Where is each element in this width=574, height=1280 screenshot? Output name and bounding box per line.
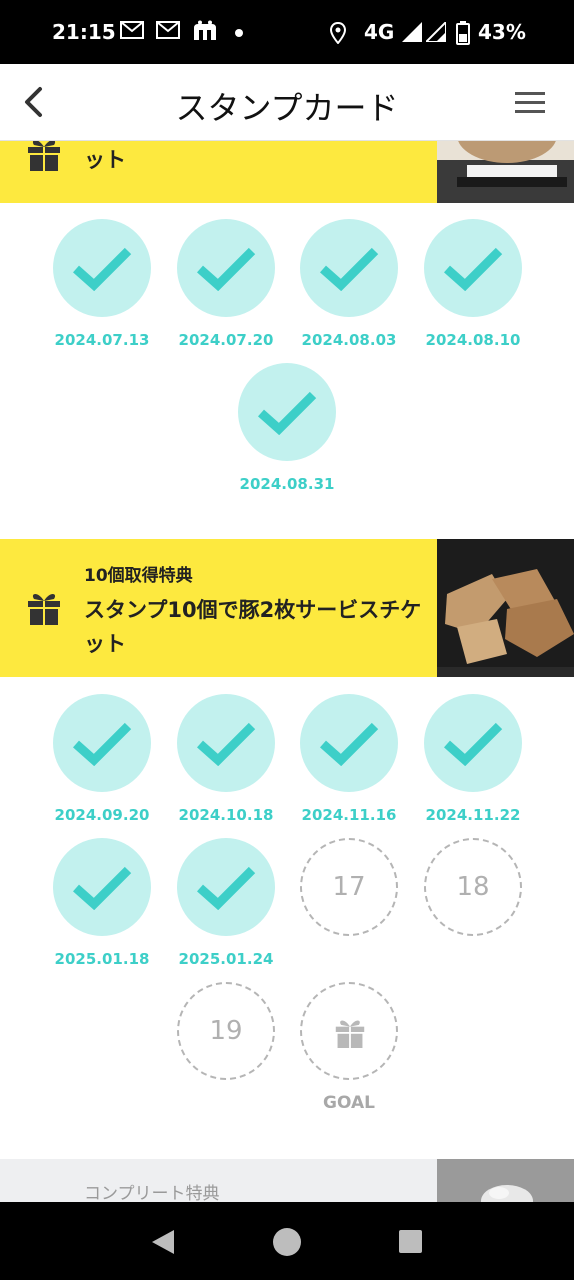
stamp-date: 2024.07.13 bbox=[54, 331, 150, 349]
mail-icon bbox=[156, 21, 180, 39]
stamp-date: 2025.01.18 bbox=[54, 950, 150, 968]
dot-icon bbox=[235, 29, 243, 37]
stamp-date: 2025.01.24 bbox=[178, 950, 274, 968]
signal-icon bbox=[402, 22, 422, 42]
check-icon bbox=[73, 247, 132, 291]
stamp-number: 19 bbox=[209, 1016, 243, 1046]
stamp-date: 2024.11.16 bbox=[301, 806, 397, 824]
app-notification-icon bbox=[194, 20, 216, 40]
stamp-empty: 19 bbox=[177, 982, 275, 1080]
gift-icon bbox=[28, 141, 60, 171]
check-icon bbox=[258, 391, 317, 435]
reward-banner-5[interactable]: ット bbox=[0, 141, 574, 203]
stamp-date: 2024.07.20 bbox=[178, 331, 274, 349]
stamp-checked bbox=[424, 219, 522, 317]
check-icon bbox=[73, 722, 132, 766]
stamp-checked bbox=[53, 694, 151, 792]
stamp-date: 2024.08.31 bbox=[239, 475, 335, 493]
check-icon bbox=[444, 247, 503, 291]
reward-photo bbox=[437, 539, 574, 677]
check-icon bbox=[444, 722, 503, 766]
check-icon bbox=[197, 247, 256, 291]
gift-icon bbox=[28, 594, 60, 625]
reward-subtitle: 10個取得特典 bbox=[84, 566, 193, 586]
stamp-checked bbox=[238, 363, 336, 461]
stamp-checked bbox=[177, 219, 275, 317]
complete-photo bbox=[437, 1159, 574, 1202]
home-circle-icon[interactable] bbox=[272, 1227, 302, 1257]
stamp-checked bbox=[177, 838, 275, 936]
reward-title: ット bbox=[84, 148, 126, 172]
check-icon bbox=[73, 866, 132, 910]
stamp-date: 2024.09.20 bbox=[54, 806, 150, 824]
hamburger-menu-icon[interactable] bbox=[515, 92, 545, 114]
stamp-date: 2024.11.22 bbox=[425, 806, 521, 824]
stamp-checked bbox=[300, 219, 398, 317]
recents-square-icon[interactable] bbox=[398, 1229, 423, 1254]
stamp-checked bbox=[53, 838, 151, 936]
stamp-checked bbox=[424, 694, 522, 792]
stamp-checked bbox=[53, 219, 151, 317]
system-nav-bar bbox=[0, 1202, 574, 1280]
stamp-date: 2024.10.18 bbox=[178, 806, 274, 824]
stamp-card-content[interactable]: ット 2024.07.13 2024.07.20 2024.08.03 2024… bbox=[0, 141, 574, 1202]
reward-title: スタンプ10個で豚2枚サービスチケット bbox=[84, 598, 422, 656]
check-icon bbox=[197, 866, 256, 910]
stamp-empty: 17 bbox=[300, 838, 398, 936]
app-bar: スタンプカード bbox=[0, 64, 574, 141]
gift-icon bbox=[335, 1020, 365, 1048]
stamp-number: 18 bbox=[456, 872, 490, 902]
complete-subtitle: コンプリート特典 bbox=[84, 1184, 220, 1202]
network-type: 4G bbox=[364, 20, 395, 44]
signal-icon bbox=[426, 22, 446, 42]
page-title: スタンプカード bbox=[175, 89, 399, 127]
battery-icon bbox=[456, 21, 470, 45]
stamp-date: 2024.08.10 bbox=[425, 331, 521, 349]
stamp-goal bbox=[300, 982, 398, 1080]
stamp-date: 2024.08.03 bbox=[301, 331, 397, 349]
check-icon bbox=[320, 722, 379, 766]
location-icon bbox=[330, 22, 346, 44]
complete-reward-banner[interactable]: コンプリート特典 bbox=[0, 1159, 574, 1202]
check-icon bbox=[197, 722, 256, 766]
mail-icon bbox=[120, 21, 144, 39]
back-triangle-icon[interactable] bbox=[150, 1228, 178, 1256]
reward-photo bbox=[437, 141, 574, 203]
check-icon bbox=[320, 247, 379, 291]
reward-banner-10[interactable]: 10個取得特典 スタンプ10個で豚2枚サービスチケット bbox=[0, 539, 574, 677]
status-time: 21:15 bbox=[52, 20, 116, 44]
stamp-checked bbox=[177, 694, 275, 792]
battery-level: 43% bbox=[478, 20, 526, 44]
stamp-number: 17 bbox=[332, 872, 366, 902]
status-bar: 21:15 4G 43% bbox=[0, 0, 574, 64]
stamp-empty: 18 bbox=[424, 838, 522, 936]
goal-label: GOAL bbox=[323, 1093, 375, 1113]
stamp-checked bbox=[300, 694, 398, 792]
